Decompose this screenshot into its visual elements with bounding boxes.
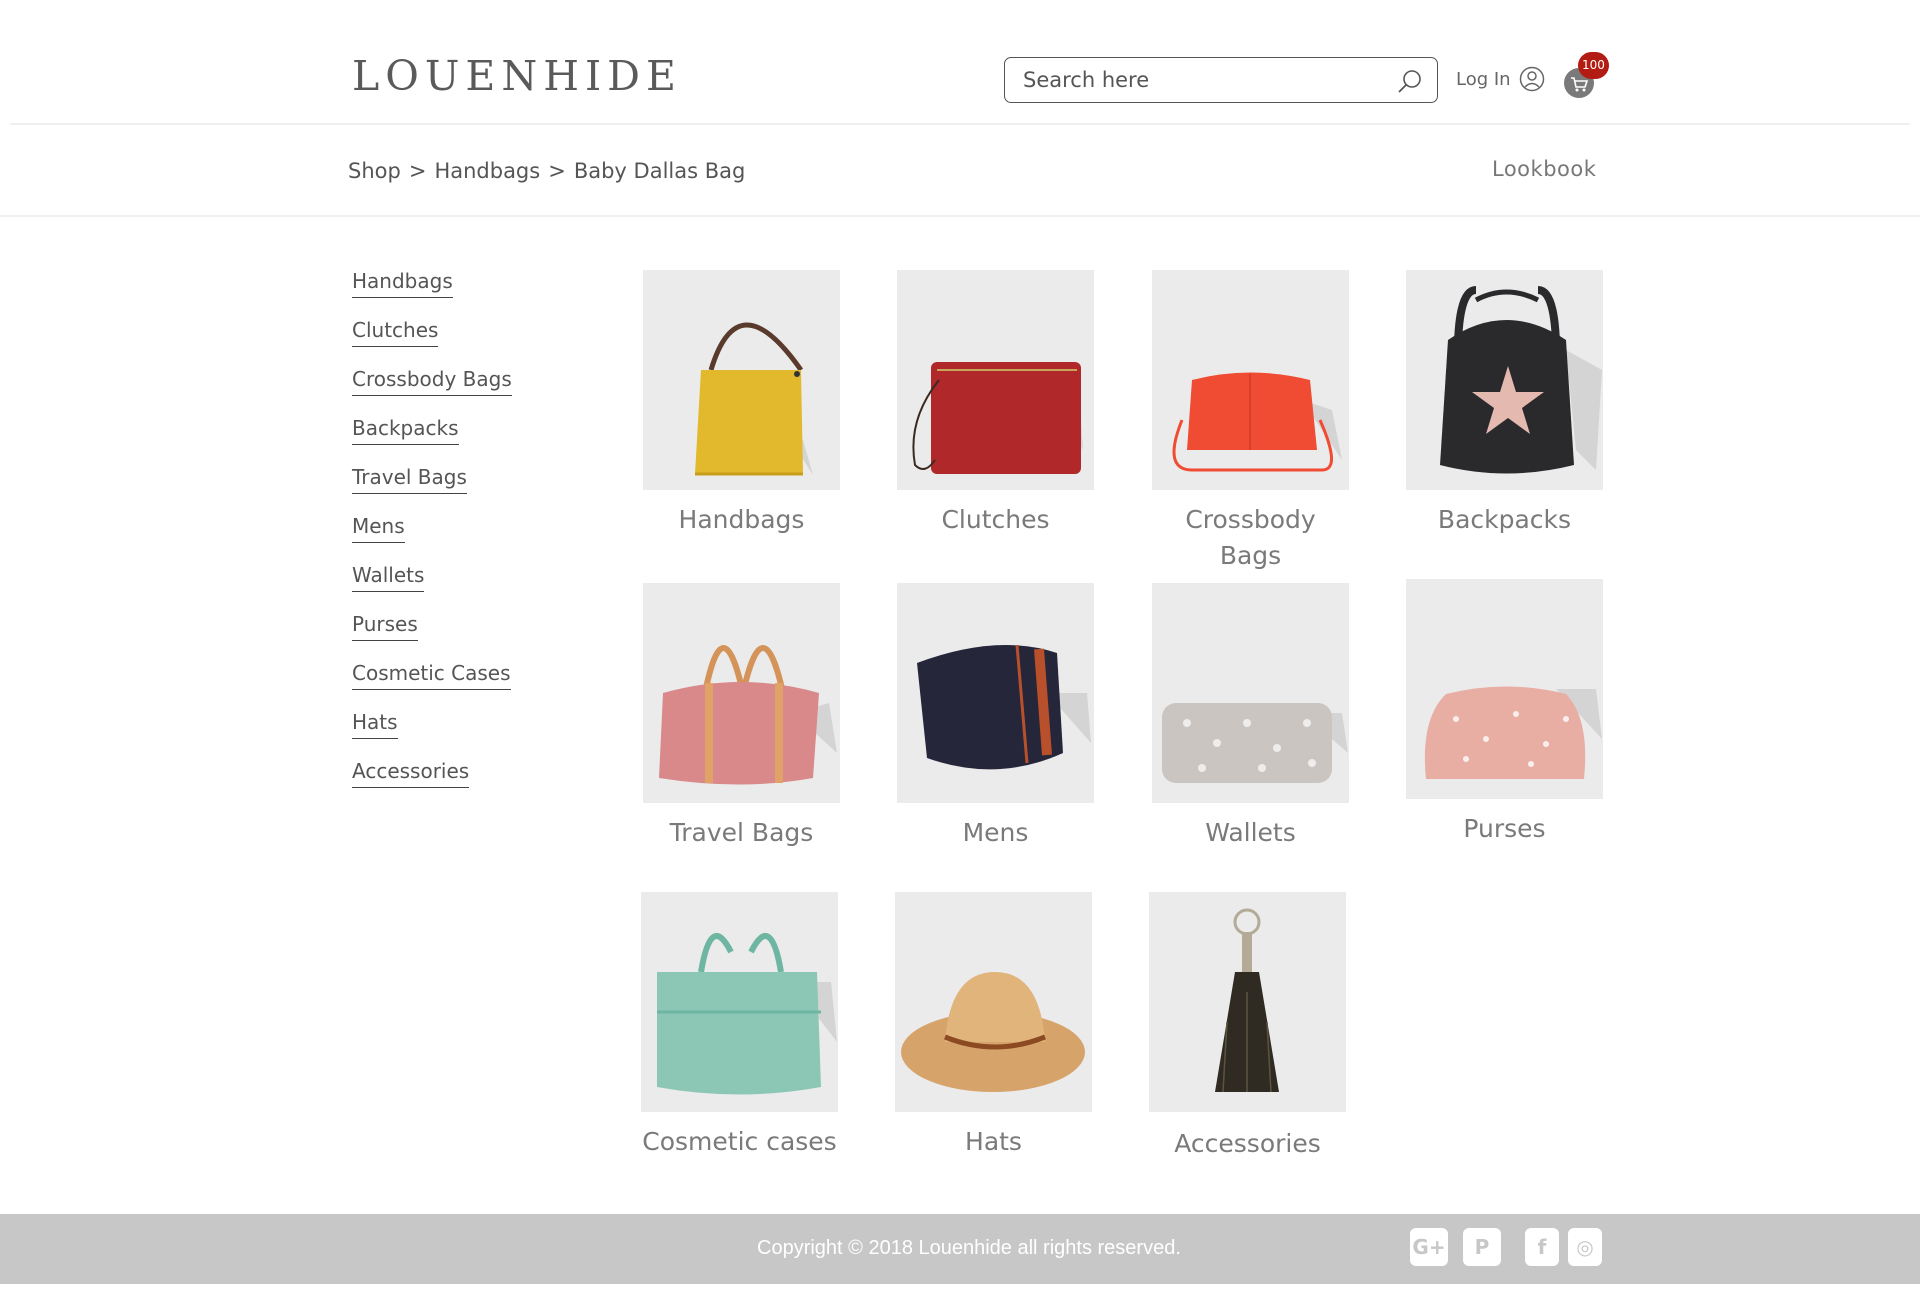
sidebar-item-cosmetic-cases[interactable]: Cosmetic Cases — [352, 662, 511, 690]
copyright-text: Copyright © 2018 Louenhide all rights re… — [757, 1237, 1181, 1259]
category-label[interactable]: Cosmetic cases — [641, 1124, 838, 1160]
site-logo[interactable]: LOUENHIDE — [352, 52, 682, 100]
category-tile-wallets[interactable]: Wallets — [1152, 583, 1349, 851]
login-label[interactable]: Log In — [1456, 69, 1511, 90]
category-tile-cosmetic-cases[interactable]: Cosmetic cases — [641, 892, 838, 1160]
instagram-icon[interactable]: ◎ — [1568, 1228, 1602, 1266]
breadcrumb-shop[interactable]: Shop — [348, 159, 401, 183]
sidebar-item-purses[interactable]: Purses — [352, 613, 418, 641]
category-label[interactable]: Handbags — [643, 502, 840, 538]
category-label[interactable]: Wallets — [1152, 815, 1349, 851]
category-label[interactable]: Hats — [895, 1124, 1092, 1160]
category-label[interactable]: Clutches — [897, 502, 1094, 538]
category-label[interactable]: Backpacks — [1406, 502, 1603, 538]
google-plus-glyph: G+ — [1412, 1235, 1446, 1259]
category-sidebar: Handbags Clutches Crossbody Bags Backpac… — [352, 270, 552, 809]
pinterest-icon[interactable]: P — [1463, 1228, 1501, 1266]
category-tile-purses[interactable]: Purses — [1406, 579, 1603, 847]
breadcrumb-current-item: Baby Dallas Bag — [573, 159, 746, 183]
pinterest-glyph: P — [1474, 1235, 1490, 1259]
black-star-backpack-image[interactable] — [1406, 270, 1603, 490]
pink-travel-bag-image[interactable] — [643, 583, 840, 803]
category-tile-backpacks[interactable]: Backpacks — [1406, 270, 1603, 538]
lookbook-link[interactable]: Lookbook — [1492, 157, 1596, 181]
navy-toiletry-bag-image[interactable] — [897, 583, 1094, 803]
straw-hat-image[interactable] — [895, 892, 1092, 1112]
sidebar-item-wallets[interactable]: Wallets — [352, 564, 425, 592]
site-footer: Copyright © 2018 Louenhide all rights re… — [0, 1214, 1920, 1284]
search-input[interactable] — [1023, 58, 1383, 102]
category-label[interactable]: Accessories — [1149, 1126, 1346, 1162]
category-label[interactable]: Crossbody Bags — [1152, 502, 1349, 574]
category-tile-travel-bags[interactable]: Travel Bags — [643, 583, 840, 851]
google-plus-icon[interactable]: G+ — [1410, 1228, 1448, 1266]
sidebar-item-backpacks[interactable]: Backpacks — [352, 417, 459, 445]
category-label[interactable]: Purses — [1406, 811, 1603, 847]
category-tile-clutches[interactable]: Clutches — [897, 270, 1094, 538]
pink-spotted-purse-image[interactable] — [1406, 579, 1603, 799]
orange-crossbody-image[interactable] — [1152, 270, 1349, 490]
facebook-icon[interactable]: f — [1525, 1228, 1559, 1266]
search-icon[interactable] — [1397, 68, 1423, 94]
category-label[interactable]: Mens — [897, 815, 1094, 851]
category-tile-handbags[interactable]: Handbags — [643, 270, 840, 538]
red-clutch-image[interactable] — [897, 270, 1094, 490]
yellow-handbag-image[interactable] — [643, 270, 840, 490]
mint-cosmetic-case-image[interactable] — [641, 892, 838, 1112]
facebook-glyph: f — [1537, 1235, 1547, 1259]
category-tile-crossbody-bags[interactable]: Crossbody Bags — [1152, 270, 1349, 574]
sidebar-item-mens[interactable]: Mens — [352, 515, 405, 543]
sidebar-item-crossbody-bags[interactable]: Crossbody Bags — [352, 368, 512, 396]
sub-navigation-bar: Shop > Handbags > Baby Dallas Bag Lookbo… — [0, 125, 1920, 217]
search-box[interactable] — [1004, 57, 1438, 103]
sidebar-item-travel-bags[interactable]: Travel Bags — [352, 466, 467, 494]
instagram-glyph: ◎ — [1576, 1235, 1594, 1259]
sidebar-item-clutches[interactable]: Clutches — [352, 319, 439, 347]
login-link[interactable]: Log In — [1456, 66, 1545, 92]
cart-count-badge: 100 — [1578, 52, 1609, 79]
category-tile-hats[interactable]: Hats — [895, 892, 1092, 1160]
site-header: LOUENHIDE Log In 100 — [0, 0, 1920, 125]
sidebar-item-hats[interactable]: Hats — [352, 711, 398, 739]
breadcrumb-separator: > — [408, 159, 427, 183]
tassel-keyring-image[interactable] — [1149, 892, 1346, 1112]
sidebar-item-accessories[interactable]: Accessories — [352, 760, 470, 788]
grey-pattern-pouch-image[interactable] — [1152, 583, 1349, 803]
category-tile-accessories[interactable]: Accessories — [1149, 892, 1346, 1162]
category-label[interactable]: Travel Bags — [643, 815, 840, 851]
category-tile-mens[interactable]: Mens — [897, 583, 1094, 851]
breadcrumb-handbags[interactable]: Handbags — [434, 159, 540, 183]
breadcrumb: Shop > Handbags > Baby Dallas Bag — [348, 159, 745, 183]
user-icon[interactable] — [1519, 66, 1545, 92]
sidebar-item-handbags[interactable]: Handbags — [352, 270, 453, 298]
breadcrumb-separator: > — [548, 159, 566, 183]
